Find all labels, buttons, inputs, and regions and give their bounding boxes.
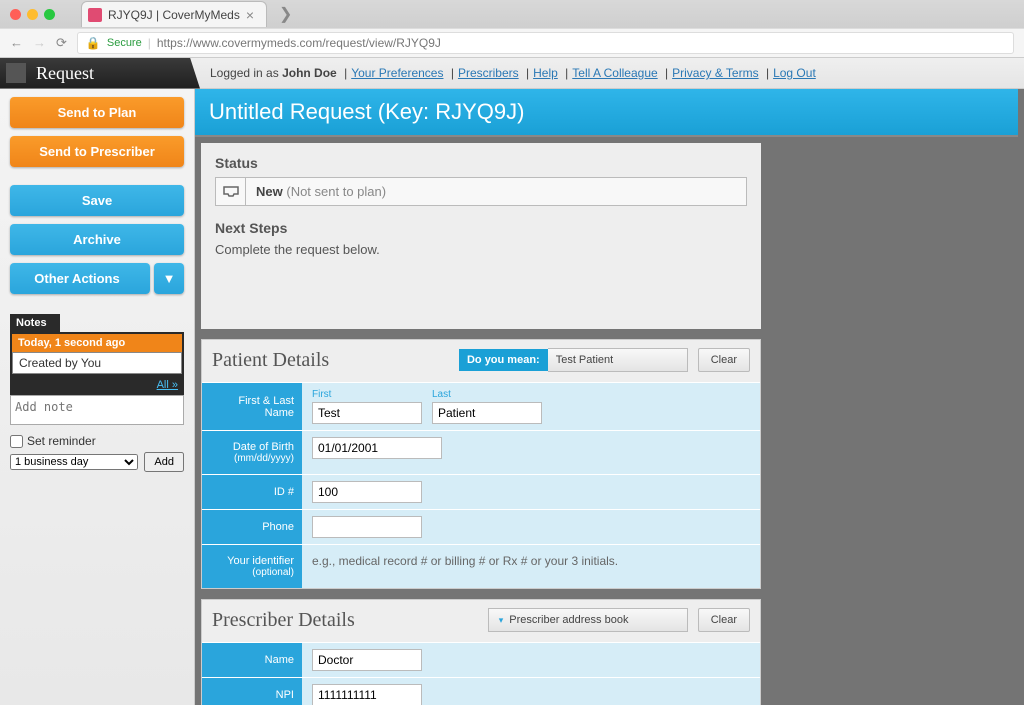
next-steps-body: Complete the request below. [215, 242, 747, 257]
first-name-sublabel: First [312, 389, 422, 400]
prescriber-npi-input[interactable] [312, 684, 422, 705]
window-close-icon[interactable] [10, 9, 21, 20]
browser-toolbar: ← → ⟳ 🔒 Secure | https://www.covermymeds… [0, 28, 1024, 58]
app-title: Request [36, 63, 94, 84]
prescriber-name-label: Name [202, 643, 302, 677]
prescriber-details-section: Prescriber Details Prescriber address bo… [201, 599, 761, 705]
id-input[interactable] [312, 481, 422, 503]
dob-sublabel: (mm/dd/yyyy) [234, 453, 294, 464]
reminder-period-select[interactable]: 1 business day [10, 454, 138, 470]
inbox-icon [216, 178, 246, 205]
patient-clear-button[interactable]: Clear [698, 348, 750, 372]
suggestion-pill[interactable]: Do you mean: Test Patient [459, 348, 688, 372]
first-name-input[interactable] [312, 402, 422, 424]
phone-input[interactable] [312, 516, 422, 538]
save-button[interactable]: Save [10, 185, 184, 216]
prescriber-npi-label: NPI [202, 678, 302, 705]
reload-icon[interactable]: ⟳ [56, 35, 67, 51]
last-name-sublabel: Last [432, 389, 542, 400]
add-note-button[interactable]: Add [144, 452, 184, 472]
other-actions-button[interactable]: Other Actions [10, 263, 150, 294]
prescriber-address-book-button[interactable]: Prescriber address book [488, 608, 688, 632]
dob-label: Date of Birth [233, 441, 294, 453]
add-note-input[interactable] [10, 395, 184, 425]
prescriber-clear-button[interactable]: Clear [698, 608, 750, 632]
set-reminder-checkbox[interactable] [10, 435, 23, 448]
window-zoom-icon[interactable] [44, 9, 55, 20]
lock-icon: 🔒 [86, 36, 101, 50]
address-bar[interactable]: 🔒 Secure | https://www.covermymeds.com/r… [77, 32, 1014, 54]
notes-header: Notes [10, 314, 60, 332]
link-privacy[interactable]: Privacy & Terms [672, 66, 758, 80]
other-actions-caret[interactable]: ▼ [154, 263, 184, 294]
link-tell-colleague[interactable]: Tell A Colleague [572, 66, 657, 80]
browser-tab[interactable]: RJYQ9J | CoverMyMeds × [81, 1, 267, 27]
logged-in-label: Logged in as [210, 66, 282, 80]
status-label: Status [215, 155, 747, 171]
id-label: ID # [202, 475, 302, 509]
archive-button[interactable]: Archive [10, 224, 184, 255]
tab-close-icon[interactable]: × [246, 7, 254, 23]
suggest-label: Do you mean: [459, 349, 548, 371]
secure-label: Secure [107, 37, 142, 49]
patient-section-title: Patient Details [212, 349, 449, 372]
identifier-sublabel: (optional) [252, 567, 294, 578]
browser-tab-strip: RJYQ9J | CoverMyMeds × ❯ [0, 0, 1024, 28]
set-reminder-label: Set reminder [27, 434, 96, 448]
dob-input[interactable] [312, 437, 442, 459]
link-logout[interactable]: Log Out [773, 66, 816, 80]
note-text: Created by You [12, 352, 182, 374]
patient-details-section: Patient Details Do you mean: Test Patien… [201, 339, 761, 589]
url-text: https://www.covermymeds.com/request/view… [157, 36, 441, 50]
new-tab-button[interactable]: ❯ [279, 4, 292, 24]
phone-label: Phone [202, 510, 302, 544]
tab-title: RJYQ9J | CoverMyMeds [108, 8, 240, 22]
notes-all-link[interactable]: All » [157, 379, 178, 391]
notes-panel: Notes Today, 1 second ago Created by You… [10, 314, 184, 472]
favicon-icon [88, 8, 102, 22]
status-extra: (Not sent to plan) [286, 184, 386, 199]
suggest-value: Test Patient [548, 348, 688, 372]
app-header-right: Logged in as John Doe |Your Preferences … [200, 66, 816, 80]
send-to-plan-button[interactable]: Send to Plan [10, 97, 184, 128]
link-prescribers[interactable]: Prescribers [458, 66, 519, 80]
app-header: Request Logged in as John Doe |Your Pref… [0, 58, 1024, 89]
identifier-label: Your identifier [227, 555, 294, 567]
note-timestamp: Today, 1 second ago [12, 334, 182, 352]
link-help[interactable]: Help [533, 66, 558, 80]
main-content: Untitled Request (Key: RJYQ9J) Status Ne… [195, 89, 1024, 705]
link-preferences[interactable]: Your Preferences [351, 66, 443, 80]
forward-icon[interactable]: → [33, 35, 46, 51]
page-title: Untitled Request (Key: RJYQ9J) [195, 89, 1018, 137]
prescriber-name-input[interactable] [312, 649, 422, 671]
name-row-label: First & Last Name [202, 383, 302, 430]
prescriber-section-title: Prescriber Details [212, 609, 478, 632]
last-name-input[interactable] [432, 402, 542, 424]
window-minimize-icon[interactable] [27, 9, 38, 20]
user-name: John Doe [282, 66, 337, 80]
sidebar: Send to Plan Send to Prescriber Save Arc… [0, 89, 195, 705]
back-icon[interactable]: ← [10, 35, 23, 51]
next-steps-label: Next Steps [215, 220, 747, 236]
status-value: New [256, 184, 283, 199]
send-to-prescriber-button[interactable]: Send to Prescriber [10, 136, 184, 167]
status-panel: Status New (Not sent to plan) Next Steps… [201, 143, 761, 329]
identifier-placeholder: e.g., medical record # or billing # or R… [312, 551, 618, 568]
app-header-left: Request [0, 58, 200, 89]
home-icon[interactable] [6, 63, 26, 83]
